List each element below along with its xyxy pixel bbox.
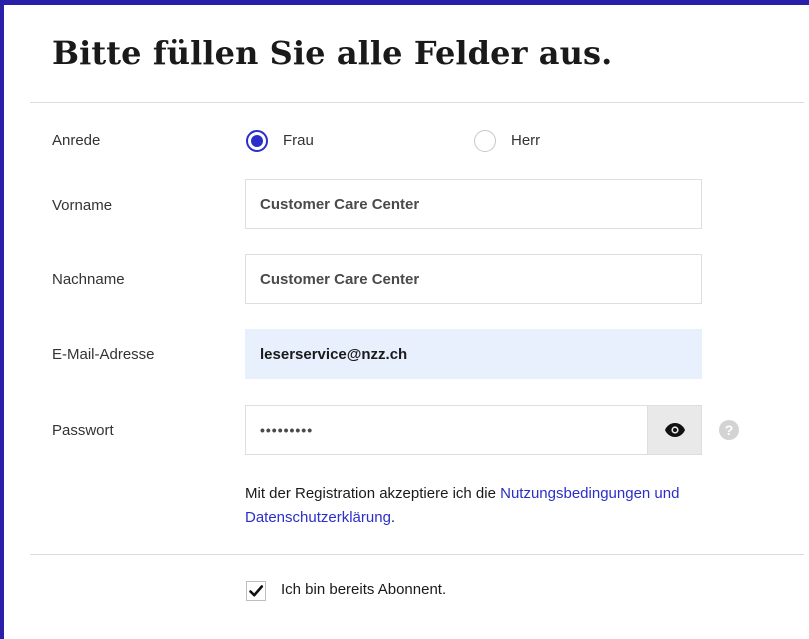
firstname-label: Vorname (52, 197, 113, 214)
frame-left-border (0, 0, 4, 639)
password-input[interactable] (245, 405, 648, 455)
subscriber-checkbox[interactable] (246, 581, 266, 601)
radio-herr-label[interactable]: Herr (511, 132, 540, 149)
lastname-input[interactable] (245, 254, 702, 304)
show-password-button[interactable] (647, 405, 702, 455)
email-label: E-Mail-Adresse (52, 346, 155, 363)
help-icon[interactable]: ? (719, 420, 739, 440)
terms-text: Mit der Registration akzeptiere ich die … (245, 482, 785, 530)
frame-top-border (0, 0, 809, 5)
section-divider (30, 554, 804, 555)
lastname-label: Nachname (52, 271, 125, 288)
terms-prefix: Mit der Registration akzeptiere ich die (245, 485, 501, 502)
email-input[interactable] (245, 329, 702, 379)
radio-frau-label[interactable]: Frau (283, 132, 314, 149)
password-label: Passwort (52, 422, 114, 439)
subscriber-label[interactable]: Ich bin bereits Abonnent. (281, 581, 446, 598)
form-title: Bitte füllen Sie alle Felder aus. (52, 34, 613, 72)
radio-herr[interactable] (474, 130, 496, 152)
salutation-label: Anrede (52, 132, 101, 149)
radio-frau[interactable] (246, 130, 268, 152)
eye-icon (664, 423, 685, 437)
checkmark-icon (249, 585, 264, 597)
terms-suffix: . (390, 509, 396, 526)
firstname-input[interactable] (245, 179, 702, 229)
title-divider (30, 102, 804, 103)
